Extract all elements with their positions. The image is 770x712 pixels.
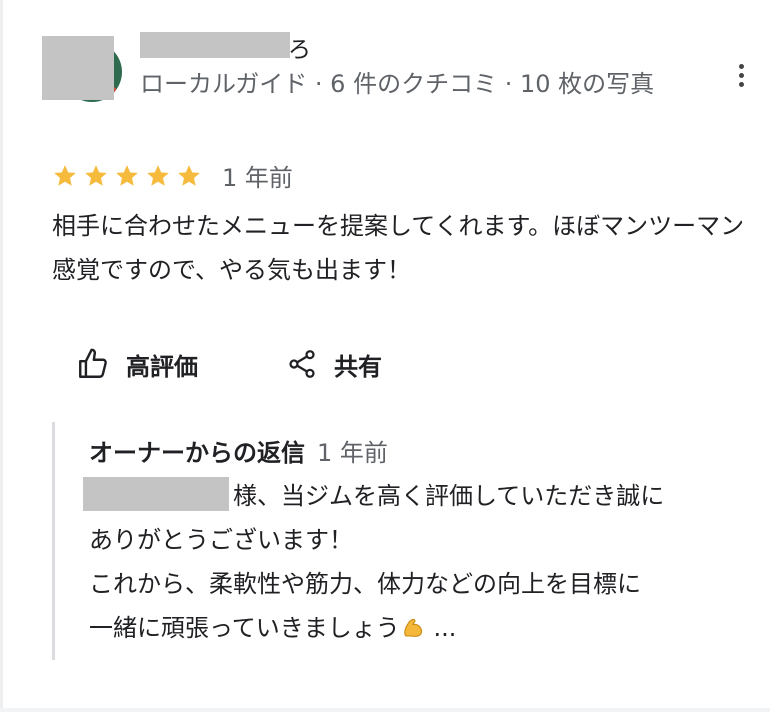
panel-bottom-edge: [0, 708, 770, 712]
star-icon: [147, 165, 169, 186]
owner-reply-text: 様、当ジムを高く評価していただき誠にありがとうございます！ これから、柔軟性や筋力…: [89, 474, 755, 650]
like-label: 高評価: [126, 352, 198, 381]
share-icon: [289, 350, 315, 378]
star-icon: [54, 165, 76, 186]
reviewer-name-suffix: ろ: [288, 37, 311, 63]
owner-reply-time: 1 年前: [317, 439, 388, 467]
reply-line-2: ありがとうございます！: [89, 526, 353, 554]
more-options-button[interactable]: [726, 58, 756, 94]
owner-reply: オーナーからの返信 1 年前 様、当ジムを高く評価していただき誠にありがとうござい…: [52, 422, 755, 660]
reply-line-3: これから、柔軟性や筋力、体力などの向上を目標に: [89, 570, 641, 598]
review-time: 1 年前: [222, 164, 293, 192]
star-icon: [116, 165, 138, 186]
star-icon: [178, 165, 200, 186]
share-label: 共有: [334, 352, 382, 381]
owner-reply-header: オーナーからの返信 1 年前: [89, 436, 388, 470]
star-rating: [52, 163, 207, 193]
reply-line-4: 一緒に頑張っていきましょう: [89, 614, 400, 642]
flexed-biceps-icon: [404, 618, 422, 637]
reply-ellipsis[interactable]: ...: [426, 614, 456, 642]
reviewer-avatar[interactable]: [42, 36, 122, 102]
review-text: 相手に合わせたメニューを提案してくれます。ほぼマンツーマン感覚ですので、やる気も…: [52, 212, 745, 284]
like-button[interactable]: 高評価: [76, 344, 198, 384]
name-redaction: [140, 32, 290, 58]
share-button[interactable]: 共有: [286, 344, 382, 384]
star-icon: [85, 165, 107, 186]
panel-left-edge: [0, 0, 3, 712]
reviewer-meta: ローカルガイド · 6 件のクチコミ · 10 枚の写真: [140, 70, 655, 98]
avatar-redaction: [42, 36, 114, 100]
reply-line-1: 様、当ジムを高く評価していただき誠に: [233, 482, 665, 510]
thumbs-up-icon: [79, 348, 107, 378]
more-vert-icon: [739, 64, 744, 69]
owner-reply-heading: オーナーからの返信: [89, 439, 305, 467]
